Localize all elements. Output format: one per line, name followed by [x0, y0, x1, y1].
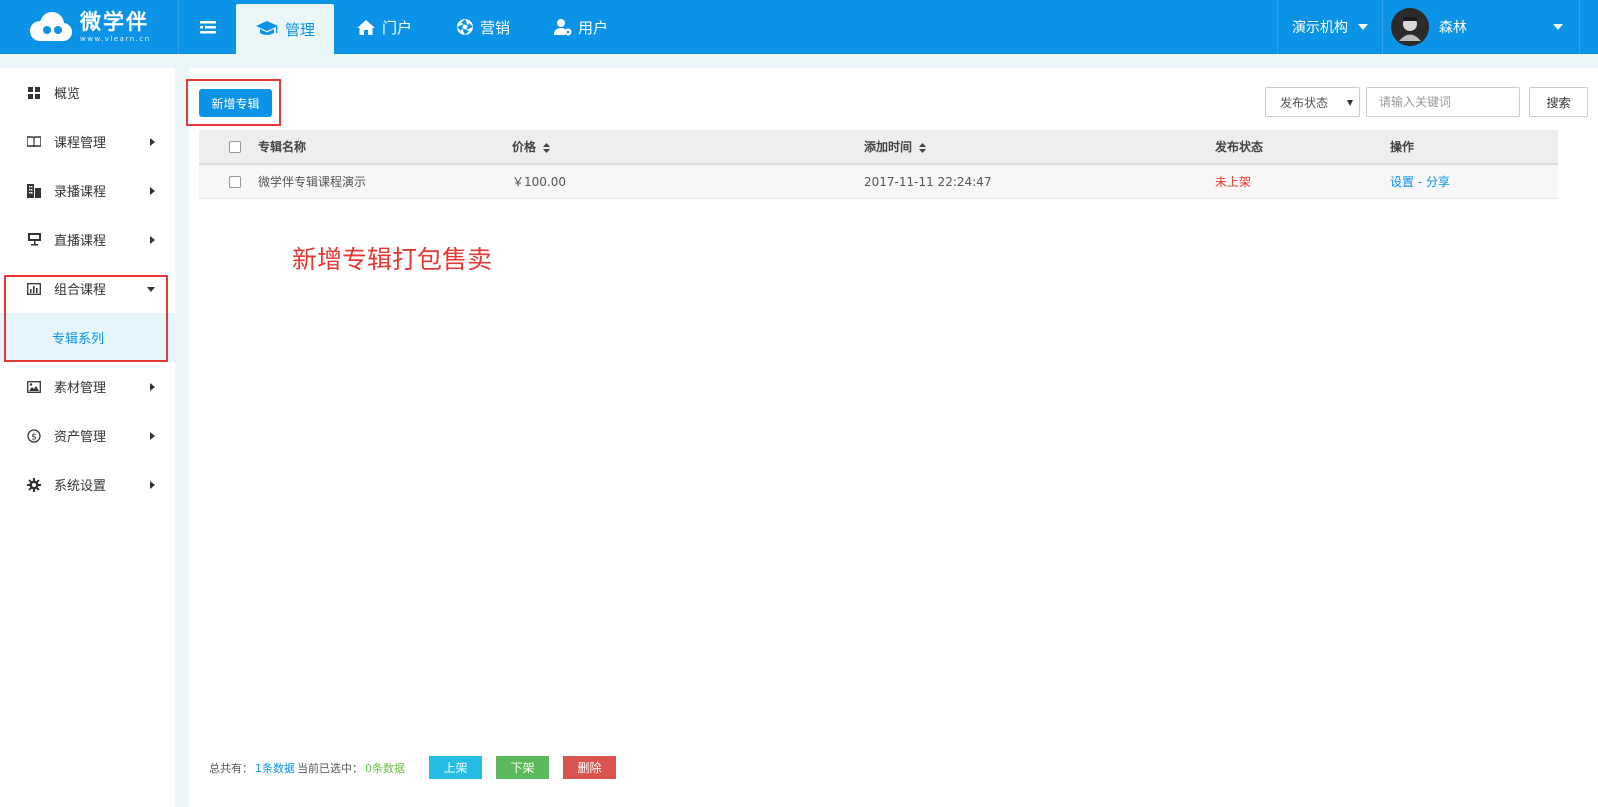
sidebar-subitem-album-series[interactable]: 专辑系列	[0, 313, 175, 362]
list-icon	[199, 20, 216, 33]
filter-toolbar: 发布状态 搜索	[1265, 87, 1588, 117]
cell-price: ￥100.00	[512, 175, 566, 189]
nav-tab-portal[interactable]: 门户	[334, 0, 434, 54]
home-icon	[356, 19, 376, 36]
total-count: 1条数据	[255, 761, 295, 775]
nav-tab-users[interactable]: 用户	[532, 0, 630, 54]
header-status: 发布状态	[1215, 140, 1264, 154]
cell-operations: 设置 - 分享	[1390, 173, 1558, 190]
nav-tab-marketing[interactable]: 营销	[434, 0, 532, 54]
user-menu[interactable]: 森林	[1382, 0, 1580, 54]
sort-icon	[919, 142, 927, 153]
org-switcher[interactable]: 演示机构	[1277, 0, 1382, 54]
top-navbar: 微学伴 www.vlearn.cn 管理 门户 营销 用户 演示机构 森林	[0, 0, 1598, 54]
table-footer: 总共有： 1条数据 当前已选中： 0条数据 上架 下架 删除	[209, 756, 616, 779]
row-checkbox[interactable]	[229, 175, 241, 188]
header-price[interactable]: 价格	[512, 138, 864, 155]
chevron-down-icon	[147, 286, 155, 292]
keyword-search-input[interactable]	[1366, 87, 1520, 117]
brand-logo[interactable]: 微学伴 www.vlearn.cn	[0, 0, 178, 54]
building-icon	[26, 183, 42, 199]
chevron-right-icon	[150, 382, 155, 391]
brand-name: 微学伴	[80, 9, 149, 34]
settings-link[interactable]: 设置	[1390, 175, 1414, 189]
brand-domain: www.vlearn.cn	[80, 34, 151, 43]
chevron-right-icon	[150, 137, 155, 146]
album-table: 专辑名称 价格 添加时间 发布状态 操作 微学伴专辑课程演示 ￥100.00 2…	[199, 130, 1558, 199]
table-row: 微学伴专辑课程演示 ￥100.00 2017-11-11 22:24:47 未上…	[199, 165, 1558, 199]
book-icon	[26, 134, 42, 150]
nav-tab-manage[interactable]: 管理	[236, 4, 334, 54]
image-icon	[26, 379, 42, 395]
sidebar-item-assets[interactable]: $ 资产管理	[0, 411, 175, 460]
chevron-right-icon	[150, 480, 155, 489]
header-operations: 操作	[1390, 140, 1415, 154]
user-gear-icon	[554, 18, 572, 36]
main-nav: 管理 门户 营销 用户	[236, 0, 630, 54]
main-content: 新增专辑 发布状态 搜索 专辑名称 价格 添加时间 发布状态 操作 微学伴专辑	[186, 68, 1598, 807]
chevron-right-icon	[150, 235, 155, 244]
sidebar-item-materials[interactable]: 素材管理	[0, 362, 175, 411]
org-name: 演示机构	[1292, 20, 1348, 36]
chevron-right-icon	[150, 431, 155, 440]
avatar	[1391, 8, 1429, 46]
selected-count: 0条数据	[365, 761, 405, 775]
delete-button[interactable]: 删除	[563, 756, 616, 779]
chevron-right-icon	[150, 186, 155, 195]
status-badge: 未上架	[1215, 175, 1252, 189]
header-name: 专辑名称	[258, 140, 307, 154]
sidebar-item-live-courses[interactable]: 直播课程	[0, 215, 175, 264]
add-album-button[interactable]: 新增专辑	[199, 89, 272, 117]
publish-button[interactable]: 上架	[429, 756, 482, 779]
op-separator: -	[1417, 175, 1423, 189]
graduation-cap-icon	[255, 20, 279, 38]
cloud-logo-icon	[28, 10, 74, 44]
header-time[interactable]: 添加时间	[864, 138, 1215, 155]
total-label: 总共有：	[209, 761, 253, 775]
sidebar-item-course-management[interactable]: 课程管理	[0, 117, 175, 166]
sidebar-item-system-settings[interactable]: 系统设置	[0, 460, 175, 509]
unpublish-button[interactable]: 下架	[496, 756, 549, 779]
bar-chart-icon	[26, 281, 42, 297]
annotation-text: 新增专辑打包售卖	[292, 245, 493, 274]
sidebar-item-overview[interactable]: 概览	[0, 68, 175, 117]
gear-icon	[26, 477, 42, 493]
svg-text:$: $	[31, 432, 37, 442]
sidebar-item-recorded-courses[interactable]: 录播课程	[0, 166, 175, 215]
cell-name: 微学伴专辑课程演示	[258, 175, 367, 189]
sidebar-item-combo-courses[interactable]: 组合课程	[0, 264, 175, 313]
user-name: 森林	[1439, 20, 1467, 36]
aperture-icon	[456, 18, 474, 36]
sort-icon	[543, 142, 551, 153]
dollar-circle-icon: $	[26, 428, 42, 444]
menu-toggle-button[interactable]	[178, 0, 236, 54]
sidebar: 概览 课程管理 录播课程 直播课程 组合课程 专辑系列 素材管理 $ 资产管理 …	[0, 68, 175, 807]
selected-label: 当前已选中：	[297, 761, 363, 775]
presentation-icon	[26, 232, 42, 248]
search-button[interactable]: 搜索	[1529, 87, 1588, 117]
caret-down-icon	[1347, 100, 1353, 106]
select-all-checkbox[interactable]	[229, 140, 241, 153]
caret-down-icon	[1553, 24, 1563, 30]
table-header: 专辑名称 价格 添加时间 发布状态 操作	[199, 130, 1558, 165]
cell-time: 2017-11-11 22:24:47	[864, 174, 992, 189]
caret-down-icon	[1358, 24, 1368, 30]
publish-status-select[interactable]: 发布状态	[1265, 87, 1360, 117]
grid-icon	[26, 85, 42, 101]
share-link[interactable]: 分享	[1426, 175, 1450, 189]
